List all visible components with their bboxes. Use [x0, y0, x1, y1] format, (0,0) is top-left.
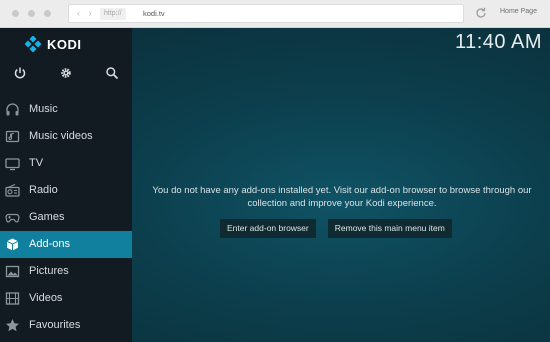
- menu-label: Games: [29, 211, 65, 223]
- remove-menu-item-button[interactable]: Remove this main menu item: [327, 219, 452, 238]
- menu-item-music[interactable]: Music: [0, 96, 132, 123]
- addons-box-icon: [6, 238, 19, 251]
- addon-actions: Enter add-on browser Remove this main me…: [220, 219, 452, 238]
- search-icon[interactable]: [105, 66, 119, 80]
- kodi-logo-text: KODI: [47, 36, 82, 52]
- clock: 11:40 AM: [454, 31, 542, 53]
- url-protocol: http://: [100, 8, 126, 20]
- minimize-window-button[interactable]: [28, 10, 35, 17]
- menu-item-tv[interactable]: TV: [0, 150, 132, 177]
- menu-item-games[interactable]: Games: [0, 204, 132, 231]
- music-video-icon: [5, 130, 20, 143]
- menu-item-favourites[interactable]: Favourites: [0, 312, 132, 339]
- menu-label: Radio: [29, 184, 58, 196]
- address-bar[interactable]: ‹ › http:// kodi.tv: [68, 4, 464, 23]
- gamepad-icon: [5, 213, 20, 223]
- home-page-link[interactable]: Home Page: [500, 8, 537, 15]
- enter-addon-browser-button[interactable]: Enter add-on browser: [220, 219, 316, 238]
- gear-icon[interactable]: [59, 66, 73, 80]
- menu-label: Add-ons: [29, 238, 70, 250]
- menu-label: Music videos: [29, 130, 93, 142]
- menu-item-pictures[interactable]: Pictures: [0, 258, 132, 285]
- star-icon: [6, 319, 19, 332]
- menu-label: Music: [29, 103, 58, 115]
- empty-addons-message: You do not have any add-ons installed ye…: [152, 185, 532, 209]
- tv-icon: [5, 158, 20, 171]
- window-controls: [12, 10, 51, 17]
- close-window-button[interactable]: [12, 10, 19, 17]
- film-icon: [5, 292, 20, 305]
- nav-arrows[interactable]: ‹ ›: [77, 8, 95, 18]
- menu-item-music-videos[interactable]: Music videos: [0, 123, 132, 150]
- menu-label: Pictures: [29, 265, 69, 277]
- sidebar: KODI Music Music videos TV Radio Games A…: [0, 28, 132, 342]
- menu-label: TV: [29, 157, 44, 169]
- kodi-logo: KODI: [25, 36, 82, 52]
- picture-icon: [5, 265, 20, 278]
- radio-icon: [5, 183, 20, 197]
- url-host[interactable]: kodi.tv: [143, 8, 165, 20]
- refresh-icon[interactable]: [474, 6, 488, 20]
- maximize-window-button[interactable]: [44, 10, 51, 17]
- main-menu: Music Music videos TV Radio Games Add-on…: [0, 96, 132, 339]
- menu-item-radio[interactable]: Radio: [0, 177, 132, 204]
- kodi-app: KODI Music Music videos TV Radio Games A…: [0, 28, 550, 342]
- headphones-icon: [6, 103, 19, 116]
- menu-label: Videos: [29, 292, 63, 304]
- menu-label: Favourites: [29, 319, 81, 331]
- kodi-logo-icon: [25, 36, 41, 52]
- top-icon-bar: [0, 64, 132, 84]
- browser-chrome: ‹ › http:// kodi.tv Home Page: [0, 0, 550, 28]
- menu-item-videos[interactable]: Videos: [0, 285, 132, 312]
- power-icon[interactable]: [13, 66, 27, 80]
- menu-item-addons[interactable]: Add-ons: [0, 231, 132, 258]
